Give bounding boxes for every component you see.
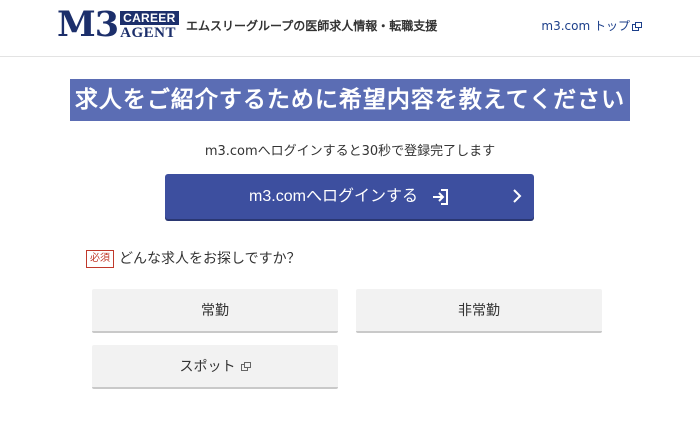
- login-icon: [430, 187, 450, 207]
- m3-top-link[interactable]: m3.com トップ: [541, 18, 642, 34]
- choice-fulltime-label: 常勤: [201, 303, 229, 319]
- login-button-label: m3.comへログインする: [249, 187, 418, 205]
- choice-spot-label: スポット: [179, 359, 236, 375]
- site-header: M3 CAREER AGENT エムスリーグループの医師求人情報・転職支援 m3…: [0, 0, 700, 57]
- external-link-icon: [632, 21, 642, 31]
- m3-login-button[interactable]: m3.comへログインする: [165, 174, 534, 219]
- logo-career-text: CAREER: [120, 11, 179, 25]
- question-text: どんな求人をお探しですか？: [119, 251, 301, 267]
- external-link-icon: [240, 361, 251, 371]
- logo-agent-text: AGENT: [120, 25, 176, 41]
- logo-wordmark: CAREER AGENT: [120, 11, 179, 41]
- logo-m3-text: M3: [57, 4, 119, 45]
- choice-fulltime-button[interactable]: 常勤: [92, 289, 338, 333]
- site-tagline: エムスリーグループの医師求人情報・転職支援: [186, 19, 438, 33]
- m3-top-link-label: m3.com トップ: [541, 19, 630, 33]
- job-type-question: 必須 どんな求人をお探しですか？: [86, 250, 301, 268]
- page-title-banner: 求人をご紹介するために希望内容を教えてください: [70, 79, 630, 121]
- choice-spot-button[interactable]: スポット: [92, 345, 338, 389]
- login-note: m3.comへログインすると30秒で登録完了します: [204, 144, 496, 159]
- required-badge: 必須: [86, 250, 114, 268]
- m3-career-agent-logo[interactable]: M3 CAREER AGENT: [57, 4, 179, 45]
- choice-parttime-button[interactable]: 非常勤: [356, 289, 602, 333]
- chevron-right-icon: [512, 188, 522, 204]
- choice-parttime-label: 非常勤: [458, 303, 500, 319]
- page-title: 求人をご紹介するために希望内容を教えてください: [74, 87, 626, 113]
